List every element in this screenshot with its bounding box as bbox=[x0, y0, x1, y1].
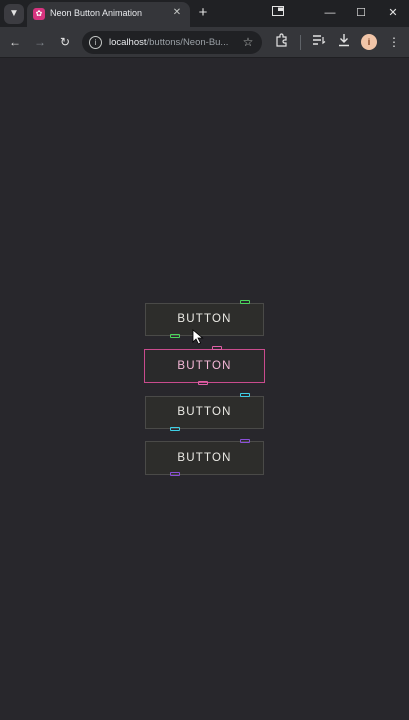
media-icon[interactable] bbox=[270, 5, 286, 21]
neon-light-3a bbox=[240, 393, 250, 397]
tab-title: Neon Button Animation bbox=[50, 8, 143, 18]
neon-light-1a bbox=[240, 300, 250, 304]
neon-light-4a bbox=[240, 439, 250, 443]
neon-light-1b bbox=[170, 334, 180, 338]
button-label: BUTTON bbox=[177, 360, 232, 372]
download-icon[interactable] bbox=[335, 33, 353, 51]
reload-icon[interactable]: ↻ bbox=[56, 33, 74, 51]
mouse-cursor-icon bbox=[192, 329, 204, 345]
neon-light-2a bbox=[212, 346, 222, 350]
tab-search-icon[interactable]: ▼ bbox=[4, 4, 24, 24]
favicon: ✿ bbox=[33, 8, 45, 20]
tab-strip: ▼ ✿ Neon Button Animation ✕ + — ☐ ✕ bbox=[0, 0, 409, 27]
neon-button-1[interactable]: BUTTON bbox=[145, 303, 264, 336]
button-label: BUTTON bbox=[177, 406, 232, 418]
reading-list-icon[interactable] bbox=[310, 33, 328, 51]
active-tab[interactable]: ✿ Neon Button Animation ✕ bbox=[27, 2, 190, 27]
menu-icon[interactable]: ⋮ bbox=[385, 33, 403, 51]
neon-light-4b bbox=[170, 472, 180, 476]
neon-button-4[interactable]: BUTTON bbox=[145, 441, 264, 475]
plus-icon[interactable]: + bbox=[195, 5, 211, 21]
neon-light-3b bbox=[170, 427, 180, 431]
back-arrow-icon[interactable]: ← bbox=[6, 33, 24, 51]
forward-arrow-icon[interactable]: → bbox=[31, 33, 49, 51]
neon-button-2[interactable]: BUTTON bbox=[144, 349, 265, 383]
url-host: localhost bbox=[109, 37, 147, 48]
browser-toolbar: ← → ↻ i localhost/buttons/Neon-Bu... ☆ i… bbox=[0, 27, 409, 58]
maximize-icon[interactable]: ☐ bbox=[353, 5, 369, 21]
button-label: BUTTON bbox=[177, 313, 232, 325]
close-window-icon[interactable]: ✕ bbox=[385, 5, 401, 21]
close-icon[interactable]: ✕ bbox=[170, 6, 184, 20]
neon-button-3[interactable]: BUTTON bbox=[145, 396, 264, 429]
url-text[interactable]: localhost/buttons/Neon-Bu... bbox=[109, 37, 237, 48]
address-bar[interactable]: i localhost/buttons/Neon-Bu... ☆ bbox=[82, 31, 262, 54]
profile-avatar[interactable]: i bbox=[361, 34, 377, 50]
site-info-icon[interactable]: i bbox=[89, 36, 102, 49]
extensions-icon[interactable] bbox=[273, 33, 291, 51]
neon-light-2b bbox=[198, 381, 208, 385]
url-path: /buttons/Neon-Bu... bbox=[146, 37, 229, 48]
star-icon[interactable]: ☆ bbox=[240, 34, 256, 50]
toolbar-separator bbox=[300, 35, 301, 50]
button-label: BUTTON bbox=[177, 452, 232, 464]
minimize-icon[interactable]: — bbox=[322, 5, 338, 21]
